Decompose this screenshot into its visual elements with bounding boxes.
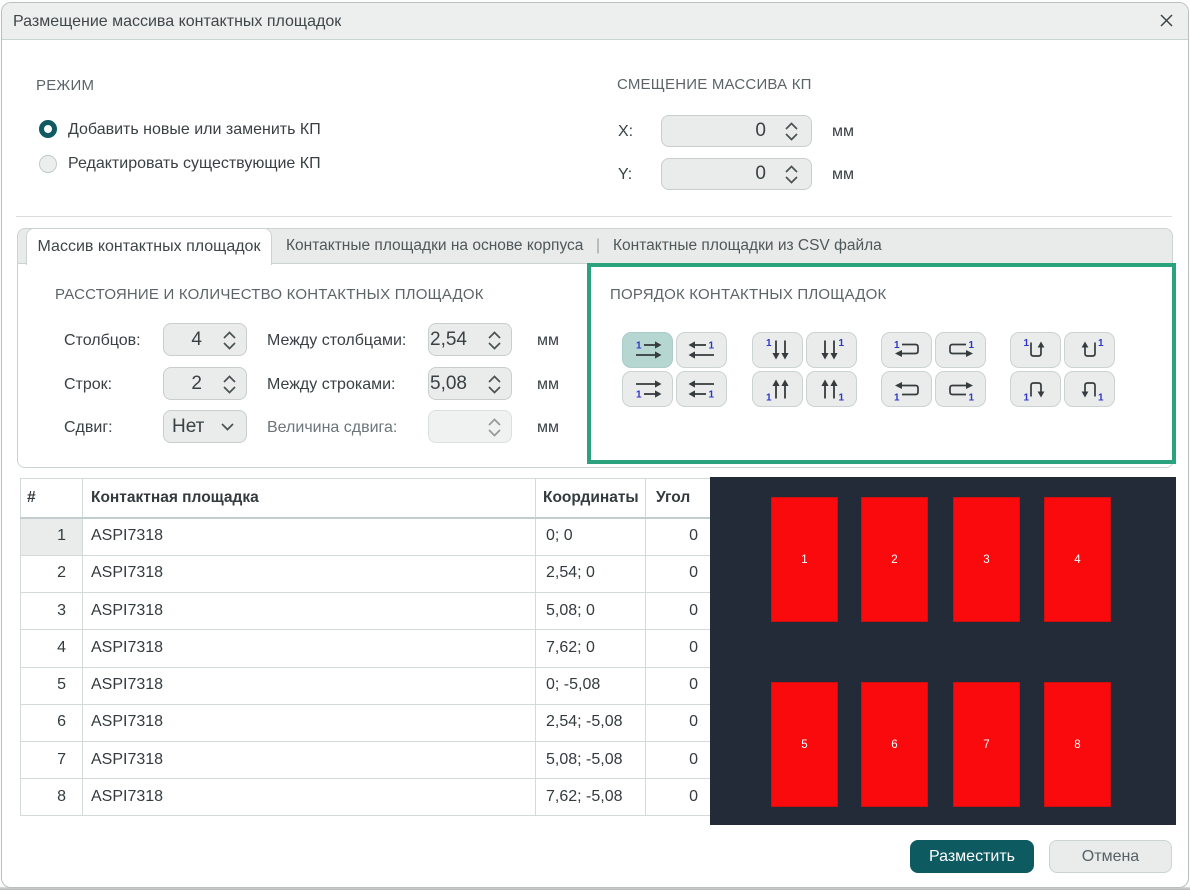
svg-text:1: 1	[838, 393, 844, 403]
svg-text:1: 1	[636, 341, 642, 352]
svg-text:1: 1	[968, 340, 974, 351]
svg-text:1: 1	[1098, 338, 1104, 349]
svg-text:1: 1	[708, 341, 714, 352]
svg-text:1: 1	[894, 393, 900, 403]
svg-text:1: 1	[838, 338, 844, 349]
svg-text:1: 1	[968, 393, 974, 403]
svg-text:1: 1	[766, 393, 772, 403]
svg-text:1: 1	[1023, 393, 1029, 403]
svg-text:1: 1	[894, 340, 900, 351]
svg-text:1: 1	[766, 338, 772, 349]
svg-text:1: 1	[708, 390, 714, 401]
svg-text:1: 1	[636, 390, 642, 401]
svg-text:1: 1	[1098, 393, 1104, 403]
svg-text:1: 1	[1023, 338, 1029, 349]
